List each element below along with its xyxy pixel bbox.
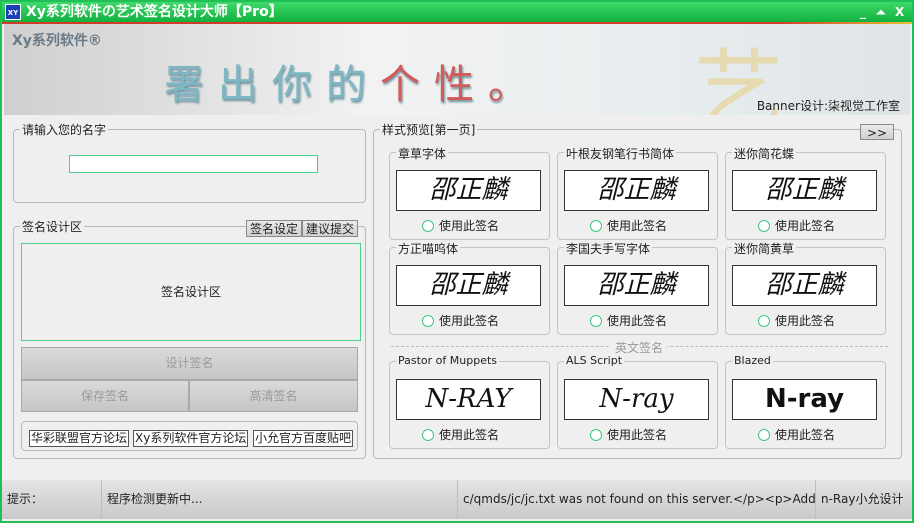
- design-group: 签名设计区 签名设定 建议提交 签名设计区 设计签名 保存签名 高清签名 华彩联…: [13, 218, 366, 459]
- style-name: 李国夫手写字体: [564, 240, 653, 257]
- signature-preview[interactable]: 邵正麟: [396, 265, 541, 306]
- signature-preview[interactable]: 邵正麟: [564, 170, 709, 211]
- use-signature-radio[interactable]: 使用此签名: [758, 426, 835, 443]
- style-card: 迷你简黄草邵正麟使用此签名: [725, 240, 886, 335]
- feedback-button[interactable]: 建议提交: [302, 220, 358, 237]
- use-signature-radio[interactable]: 使用此签名: [422, 312, 499, 329]
- style-card: 李国夫手写字体邵正麟使用此签名: [557, 240, 718, 335]
- style-name: Pastor of Muppets: [396, 354, 500, 367]
- use-signature-label: 使用此签名: [775, 428, 836, 442]
- style-card: ALS Script N-ray 使用此签名: [557, 354, 718, 449]
- close-button[interactable]: X: [895, 2, 904, 22]
- use-signature-radio[interactable]: 使用此签名: [422, 426, 499, 443]
- use-signature-radio[interactable]: 使用此签名: [422, 217, 499, 234]
- signature-settings-button[interactable]: 签名设定: [246, 220, 302, 237]
- status-message: 程序检测更新中...: [102, 480, 458, 519]
- hd-signature-button[interactable]: 高清签名: [189, 380, 358, 412]
- radio-circle-icon: [422, 315, 434, 327]
- radio-circle-icon: [590, 429, 602, 441]
- use-signature-label: 使用此签名: [775, 314, 836, 328]
- design-canvas-text: 签名设计区: [160, 285, 221, 299]
- name-group: 请输入您的名字: [13, 121, 366, 203]
- huacai-forum-link[interactable]: 华彩联盟官方论坛: [29, 430, 130, 447]
- design-canvas: 签名设计区: [21, 243, 361, 341]
- xy-forum-link[interactable]: Xy系列软件官方论坛: [133, 430, 249, 447]
- radio-circle-icon: [758, 315, 770, 327]
- minimize-button[interactable]: _: [860, 2, 866, 22]
- signature-preview[interactable]: 邵正麟: [732, 265, 877, 306]
- banner: 艺 Xy系列软件® 署出你的个性。 Banner设计:柒视觉工作室: [4, 24, 910, 115]
- style-card: 叶根友钢笔行书简体邵正麟使用此签名: [557, 145, 718, 240]
- use-signature-label: 使用此签名: [607, 314, 668, 328]
- use-signature-label: 使用此签名: [439, 219, 500, 233]
- radio-circle-icon: [422, 429, 434, 441]
- radio-circle-icon: [590, 220, 602, 232]
- use-signature-radio[interactable]: 使用此签名: [590, 217, 667, 234]
- use-signature-radio[interactable]: 使用此签名: [758, 217, 835, 234]
- window-title: Xy系列软件の艺术签名设计大师【Pro】: [26, 4, 283, 20]
- use-signature-radio[interactable]: 使用此签名: [758, 312, 835, 329]
- signature-preview[interactable]: N-RAY: [396, 379, 541, 420]
- banner-slogan: 署出你的个性。: [164, 52, 542, 110]
- use-signature-radio[interactable]: 使用此签名: [590, 312, 667, 329]
- preview-group-label: 样式预览[第一页]: [380, 121, 478, 138]
- style-name: 方正喵呜体: [396, 240, 461, 257]
- maximize-button[interactable]: ⏶: [876, 2, 886, 22]
- next-page-button[interactable]: >>: [860, 124, 894, 140]
- style-name: Blazed: [732, 354, 773, 367]
- signature-preview[interactable]: 邵正麟: [564, 265, 709, 306]
- style-name: 叶根友钢笔行书简体: [564, 145, 677, 162]
- banner-credit: Banner设计:柒视觉工作室: [756, 99, 900, 113]
- status-bar: 提示： 程序检测更新中... c/qmds/jc/jc.txt was not …: [2, 480, 912, 519]
- style-card: Pastor of Muppets N-RAY 使用此签名: [389, 354, 550, 449]
- main-window: XY Xy系列软件の艺术签名设计大师【Pro】 _ ⏶ X 艺 Xy系列软件® …: [0, 0, 914, 523]
- style-card: 方正喵呜体邵正麟使用此签名: [389, 240, 550, 335]
- app-logo-icon: XY: [5, 4, 21, 20]
- style-card: 迷你简花蝶邵正麟使用此签名: [725, 145, 886, 240]
- signature-preview[interactable]: N-ray: [732, 379, 877, 420]
- style-card: Blazed N-ray 使用此签名: [725, 354, 886, 449]
- links-group: 华彩联盟官方论坛 Xy系列软件官方论坛 小允官方百度贴吧: [21, 421, 358, 451]
- tieba-link[interactable]: 小允官方百度贴吧: [253, 430, 354, 447]
- slogan-part-2: 个性。: [380, 62, 542, 108]
- banner-brand: Xy系列软件®: [12, 33, 102, 49]
- save-signature-button[interactable]: 保存签名: [21, 380, 189, 412]
- style-card: 章草字体邵正麟使用此签名: [389, 145, 550, 240]
- status-author: n-Ray小允设计: [821, 492, 904, 506]
- radio-circle-icon: [758, 220, 770, 232]
- radio-circle-icon: [758, 429, 770, 441]
- design-group-label: 签名设计区: [20, 218, 85, 235]
- english-separator-label: 英文签名: [611, 339, 668, 356]
- english-separator: 英文签名: [391, 339, 888, 356]
- title-bar: XY Xy系列软件の艺术签名设计大师【Pro】 _ ⏶ X: [2, 2, 912, 22]
- slogan-part-1: 署出你的: [164, 62, 380, 108]
- style-name: 迷你简花蝶: [732, 145, 797, 162]
- use-signature-label: 使用此签名: [607, 428, 668, 442]
- signature-preview[interactable]: N-ray: [564, 379, 709, 420]
- status-error: c/qmds/jc/jc.txt was not found on this s…: [458, 480, 816, 519]
- name-group-label: 请输入您的名字: [20, 121, 109, 138]
- design-signature-button[interactable]: 设计签名: [21, 347, 358, 380]
- radio-circle-icon: [422, 220, 434, 232]
- use-signature-label: 使用此签名: [439, 314, 500, 328]
- signature-preview[interactable]: 邵正麟: [732, 170, 877, 211]
- status-label: 提示：: [2, 480, 102, 519]
- use-signature-label: 使用此签名: [607, 219, 668, 233]
- use-signature-radio[interactable]: 使用此签名: [590, 426, 667, 443]
- style-name: 迷你简黄草: [732, 240, 797, 257]
- use-signature-label: 使用此签名: [775, 219, 836, 233]
- name-input[interactable]: [69, 155, 318, 173]
- use-signature-label: 使用此签名: [439, 428, 500, 442]
- style-name: 章草字体: [396, 145, 449, 162]
- radio-circle-icon: [590, 315, 602, 327]
- signature-preview[interactable]: 邵正麟: [396, 170, 541, 211]
